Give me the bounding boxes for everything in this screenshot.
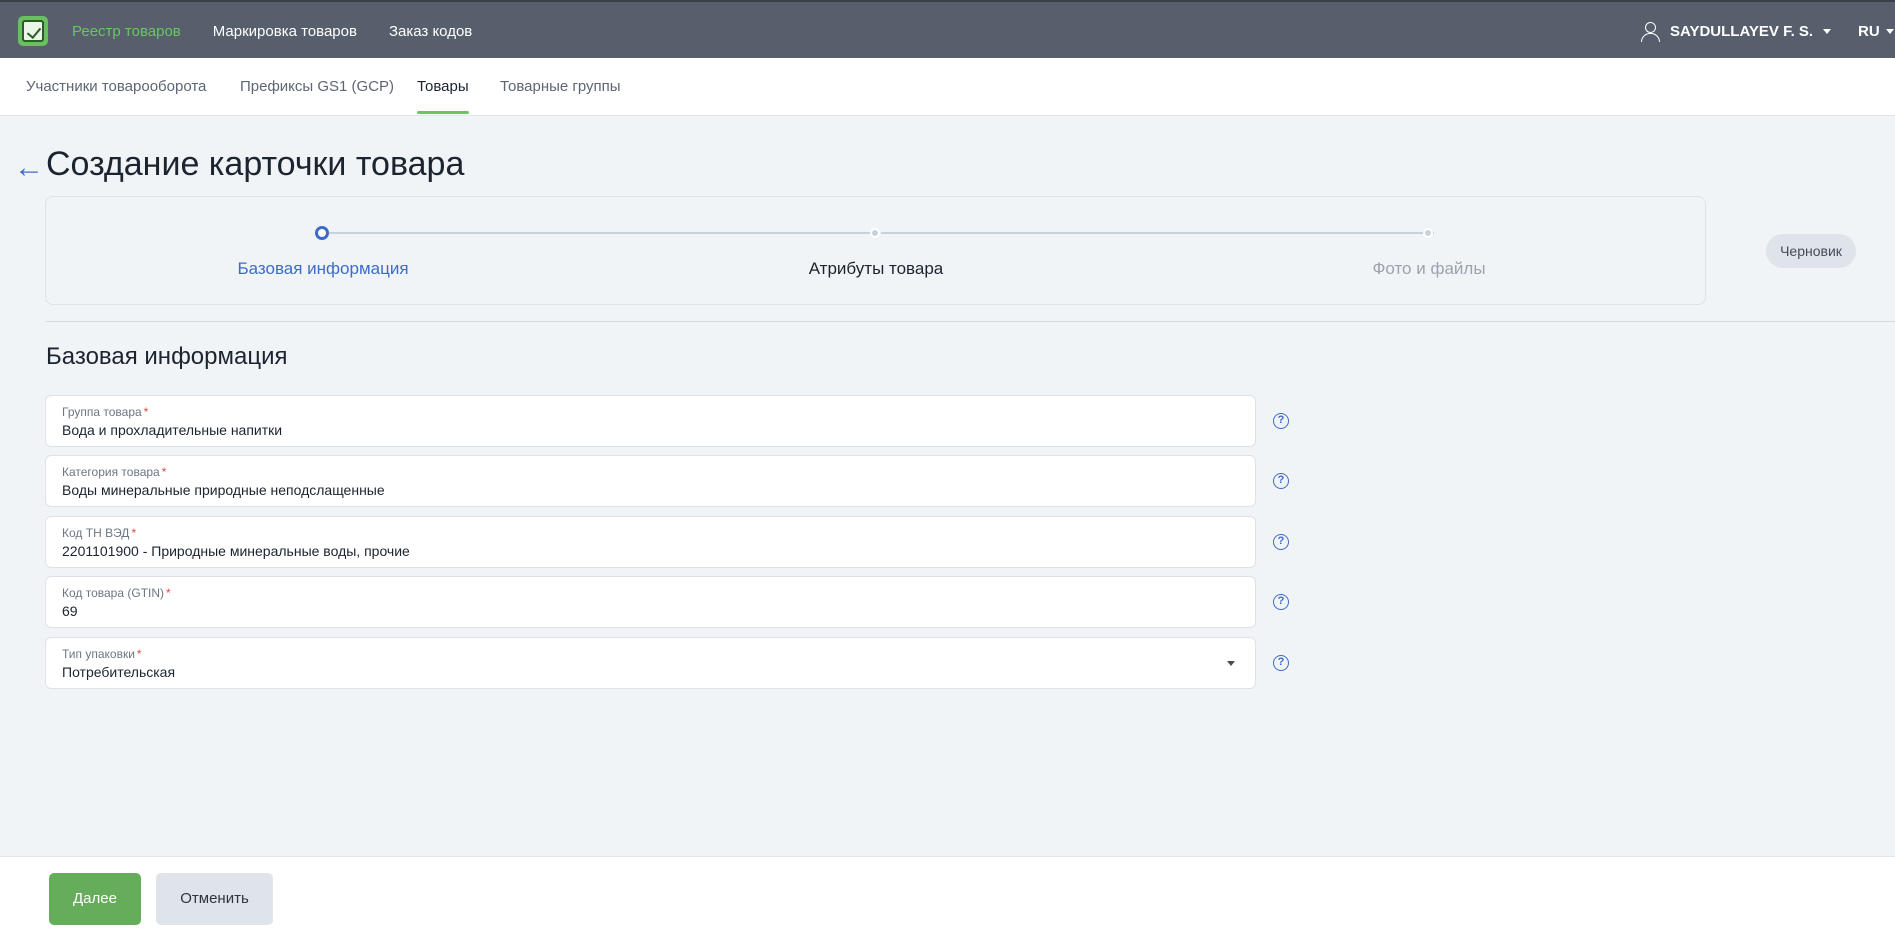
required-mark: * xyxy=(143,405,149,419)
status-badge: Черновик xyxy=(1766,234,1856,268)
gtin-input[interactable]: Код товара (GTIN) * 69 xyxy=(45,576,1256,628)
field-label: Группа товара xyxy=(62,405,142,419)
packaging-type-select[interactable]: Тип упаковки * Потребительская xyxy=(45,637,1256,689)
chevron-down-icon[interactable] xyxy=(1227,661,1235,666)
language-selector[interactable]: RU xyxy=(1858,2,1894,60)
field-label: Категория товара xyxy=(62,465,160,479)
help-icon[interactable]: ? xyxy=(1273,534,1289,550)
main-nav: Реестр товаров Маркировка товаров Заказ … xyxy=(72,2,472,60)
section-title: Базовая информация xyxy=(46,343,288,370)
field-value: Потребительская xyxy=(62,664,176,680)
field-value: Вода и прохладительные напитки xyxy=(62,422,283,438)
help-icon[interactable]: ? xyxy=(1273,473,1289,489)
required-mark: * xyxy=(131,526,137,540)
tab-product-groups[interactable]: Товарные группы xyxy=(500,58,621,116)
tab-products[interactable]: Товары xyxy=(417,58,469,116)
divider xyxy=(46,321,1895,322)
tab-participants[interactable]: Участники товарооборота xyxy=(26,58,206,116)
step-indicator-active xyxy=(315,226,329,240)
step-indicator xyxy=(870,228,880,238)
user-icon xyxy=(1640,21,1660,42)
hs-code-field[interactable]: Код ТН ВЭД * 2201101900 - Природные минер… xyxy=(45,516,1256,568)
chevron-down-icon xyxy=(1823,28,1832,34)
help-icon[interactable]: ? xyxy=(1273,655,1289,671)
product-category-field[interactable]: Категория товара * Воды минеральные приро… xyxy=(45,455,1256,507)
field-value: Воды минеральные природные неподслащенны… xyxy=(62,482,385,498)
step-photos-files[interactable]: Фото и файлы xyxy=(1372,259,1485,279)
field-value: 69 xyxy=(62,603,78,619)
field-value: 2201101900 - Природные минеральные воды,… xyxy=(62,543,410,559)
nav-item-product-registry[interactable]: Реестр товаров xyxy=(72,23,181,40)
next-button[interactable]: Далее xyxy=(49,873,141,925)
sub-navigation-tabs: Участники товарооборота Префиксы GS1 (GC… xyxy=(0,58,1895,116)
back-arrow-icon[interactable]: ← xyxy=(14,153,44,183)
nav-item-product-marking[interactable]: Маркировка товаров xyxy=(213,23,357,40)
required-mark: * xyxy=(166,586,171,600)
nav-item-code-order[interactable]: Заказ кодов xyxy=(389,23,472,40)
step-connector xyxy=(881,232,1434,234)
help-icon[interactable]: ? xyxy=(1273,594,1289,610)
field-label: Тип упаковки xyxy=(62,647,135,661)
footer-bar xyxy=(0,856,1895,930)
cancel-button[interactable]: Отменить xyxy=(156,873,273,925)
field-label: Код ТН ВЭД xyxy=(62,526,130,540)
app-logo-icon[interactable] xyxy=(18,16,48,46)
tab-gs1-prefixes[interactable]: Префиксы GS1 (GCP) xyxy=(240,58,394,116)
user-menu[interactable]: SAYDULLAYEV F. S. xyxy=(1640,2,1832,60)
product-group-field[interactable]: Группа товара * Вода и прохладительные на… xyxy=(45,395,1256,447)
language-label: RU xyxy=(1858,22,1880,40)
required-mark: * xyxy=(136,647,142,661)
progress-stepper: Базовая информация Атрибуты товара Фото … xyxy=(45,196,1706,305)
user-name: SAYDULLAYEV F. S. xyxy=(1670,22,1814,40)
step-basic-info[interactable]: Базовая информация xyxy=(237,259,408,279)
top-navigation-bar: Реестр товаров Маркировка товаров Заказ … xyxy=(0,0,1895,58)
help-icon[interactable]: ? xyxy=(1273,413,1289,429)
chevron-down-icon xyxy=(1885,28,1894,34)
required-mark: * xyxy=(161,465,167,479)
step-connector xyxy=(322,232,875,234)
field-label: Код товара (GTIN) xyxy=(62,586,165,600)
step-indicator xyxy=(1423,228,1433,238)
page-title: Создание карточки товара xyxy=(46,145,465,183)
step-product-attributes[interactable]: Атрибуты товара xyxy=(809,259,944,279)
